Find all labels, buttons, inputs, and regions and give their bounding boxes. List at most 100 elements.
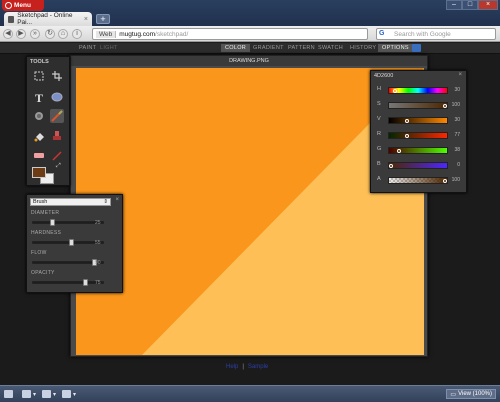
address-domain: mugtug.com — [119, 30, 156, 38]
app-menubar: PAINT LIGHT COLOR GRADIENT PATTERN SWATC… — [0, 43, 500, 54]
color-a-label: A — [377, 176, 381, 182]
brush-flow-value: 90 — [95, 260, 101, 266]
reload-button[interactable]: ↻ — [45, 29, 55, 39]
color-r-slider[interactable] — [388, 132, 448, 139]
save-icon[interactable] — [412, 44, 421, 52]
brush-hardness-slider[interactable] — [32, 239, 104, 246]
color-b-slider[interactable] — [388, 162, 448, 169]
color-b-label: B — [377, 161, 381, 167]
tab-options[interactable]: OPTIONS — [378, 44, 413, 52]
slider-thumb[interactable] — [389, 164, 393, 168]
eraser-tool-icon[interactable] — [32, 148, 46, 162]
tab-history[interactable]: HISTORY — [350, 45, 376, 51]
search-field[interactable]: G Search with Google — [376, 28, 496, 40]
turbo-button[interactable]: ▾ — [42, 389, 56, 399]
brush-type-value: Brush — [33, 199, 48, 205]
home-button[interactable]: ⌂ — [58, 29, 68, 39]
swap-colors-icon[interactable]: ⤢ — [56, 163, 61, 170]
menu-paint[interactable]: PAINT — [79, 45, 96, 51]
opera-logo-icon — [5, 2, 12, 9]
fast-forward-button[interactable]: » — [30, 29, 40, 39]
color-panel-close-icon[interactable]: × — [458, 72, 462, 78]
panel-toggle[interactable] — [4, 389, 13, 399]
slider-thumb[interactable] — [405, 119, 410, 123]
color-panel: 4D2600 × H 30 S 100 V 30 R 77 G 38 B 0 A 100 — [370, 70, 467, 193]
clone-stamp-tool-icon[interactable] — [50, 129, 64, 143]
address-field[interactable]: Web mugtug.com /sketchpad/ — [92, 28, 368, 40]
panel-icon — [4, 390, 13, 398]
slider-thumb[interactable] — [82, 279, 88, 286]
back-button[interactable]: ◀ — [3, 29, 13, 39]
brush-opacity-slider[interactable] — [32, 279, 104, 286]
color-s-label: S — [377, 101, 381, 107]
zoom-icon: ▭ — [450, 391, 457, 398]
tab-close-icon[interactable]: × — [84, 16, 88, 23]
brush-type-select[interactable]: Brush ⇕ — [30, 198, 111, 206]
window-controls: – □ × — [446, 0, 498, 10]
slider-thumb[interactable] — [393, 89, 398, 93]
fill-bucket-tool-icon[interactable] — [32, 129, 46, 143]
color-b-value: 0 — [457, 162, 460, 168]
chevron-down-icon: ⇕ — [103, 199, 108, 205]
link-separator: | — [242, 364, 244, 370]
zoom-control[interactable]: ▭ View (100%) — [446, 389, 496, 399]
slider-thumb[interactable] — [405, 134, 410, 138]
color-h-slider[interactable] — [388, 87, 448, 94]
color-h-value: 30 — [454, 87, 460, 93]
stamp-brush-tool-icon[interactable] — [32, 109, 46, 123]
crop-tool-icon[interactable] — [50, 69, 64, 83]
slider-thumb[interactable] — [443, 104, 447, 108]
color-v-slider[interactable] — [388, 117, 448, 124]
sample-link[interactable]: Sample — [248, 364, 268, 370]
sync-button[interactable]: ▾ — [22, 389, 36, 399]
svg-text:T: T — [35, 92, 43, 103]
color-g-label: G — [377, 146, 382, 152]
text-tool-icon[interactable]: T — [32, 90, 46, 104]
color-r-value: 77 — [454, 132, 460, 138]
brush-diameter-slider[interactable] — [32, 219, 104, 226]
help-link[interactable]: Help — [226, 364, 238, 370]
foreground-color-swatch[interactable] — [32, 167, 46, 178]
page-links: Help | Sample — [226, 364, 268, 370]
brush-tool-icon[interactable] — [50, 109, 64, 123]
slider-thumb[interactable] — [49, 219, 55, 226]
address-path: /sketchpad/ — [155, 30, 189, 38]
window-close-button[interactable]: × — [478, 0, 498, 10]
color-g-slider[interactable] — [388, 147, 448, 154]
browser-tab[interactable]: Sketchpad - Online Pai... × — [4, 12, 92, 26]
tab-swatch[interactable]: SWATCH — [318, 45, 343, 51]
sync-icon — [22, 390, 31, 398]
color-h-label: H — [377, 86, 381, 92]
settings-button[interactable]: ▾ — [62, 389, 76, 399]
address-toolbar: ◀ ▶ » ↻ ⌂ i Web mugtug.com /sketchpad/ G… — [0, 26, 500, 42]
color-a-value: 100 — [451, 177, 460, 183]
brush-opacity-value: 75 — [95, 280, 101, 286]
brush-diameter-value: 25 — [95, 220, 101, 226]
new-tab-button[interactable]: + — [96, 14, 110, 24]
brush-opacity-label: OPACITY — [31, 270, 55, 276]
tab-gradient[interactable]: GRADIENT — [253, 45, 284, 51]
search-placeholder: Search with Google — [394, 30, 451, 38]
maximize-button[interactable]: □ — [462, 0, 478, 10]
color-hex-value[interactable]: 4D2600 — [374, 73, 393, 79]
eyedropper-tool-icon[interactable] — [50, 148, 64, 162]
opera-menu-button[interactable]: Menu — [2, 0, 44, 11]
color-s-slider[interactable] — [388, 102, 448, 109]
shape-tool-icon[interactable] — [50, 90, 64, 104]
forward-button[interactable]: ▶ — [16, 29, 26, 39]
marquee-tool-icon[interactable] — [32, 69, 46, 83]
menu-light[interactable]: LIGHT — [100, 45, 118, 51]
tab-color[interactable]: COLOR — [221, 44, 251, 52]
brush-panel-close-icon[interactable]: × — [115, 197, 119, 203]
slider-thumb[interactable] — [397, 149, 402, 153]
lock-info-button[interactable]: i — [72, 29, 82, 39]
brush-hardness-label: HARDNESS — [31, 230, 62, 236]
minimize-button[interactable]: – — [446, 0, 462, 10]
tab-pattern[interactable]: PATTERN — [288, 45, 315, 51]
color-v-label: V — [377, 116, 381, 122]
slider-thumb[interactable] — [443, 179, 447, 183]
brush-flow-slider[interactable] — [32, 259, 104, 266]
slider-thumb[interactable] — [69, 239, 75, 246]
color-a-slider[interactable] — [388, 177, 448, 184]
tools-title: TOOLS — [30, 59, 49, 65]
